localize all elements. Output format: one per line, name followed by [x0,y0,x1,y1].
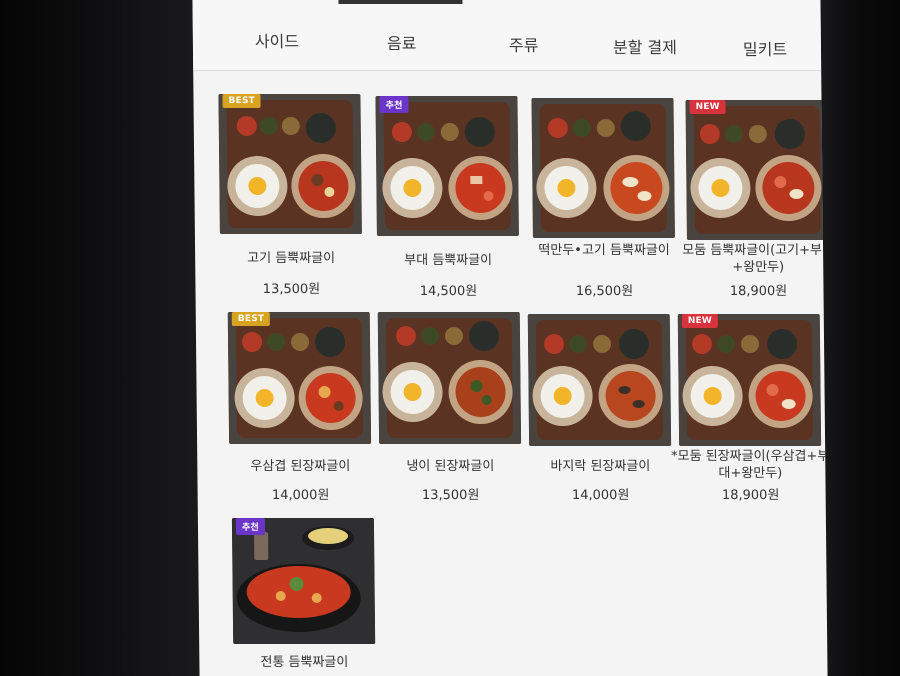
menu-item-price: 18,900원 [721,488,780,503]
badge-new: NEW [681,314,719,328]
food-photo [375,96,519,236]
menu-item-name: 부대 듬뿍짜글이 [404,253,493,268]
device-bezel-left [0,0,200,676]
food-photo [531,98,675,238]
badge-recommended: 추천 [379,96,409,113]
food-photo [218,94,362,234]
food-photo [685,100,828,240]
menu-item-price: 14,000원 [271,488,330,503]
badge-best: BEST [231,312,271,326]
food-photo [677,314,822,446]
menu-item-name: *모둠 된장짜글이(우삼겹+부대+왕만두) [671,449,828,481]
category-tab-bar: 사이드 음료 주류 분할 결제 밀키트 [192,0,822,71]
menu-item-name: 전통 듬뿍짜글이 [260,655,349,670]
active-tab-indicator [338,0,463,4]
menu-item-name: 우삼겹 된장짜글이 [250,459,351,474]
device-bezel-right [818,0,900,676]
tab-split-payment[interactable]: 분할 결제 [613,34,677,58]
menu-item-price: 13,500원 [262,282,321,297]
menu-item-name: 바지락 된장짜글이 [550,459,651,474]
menu-item-name: 냉이 된장짜글이 [406,459,495,474]
menu-item-price: 14,000원 [571,488,630,503]
food-photo [377,312,522,444]
menu-item-price: 13,500원 [421,488,480,503]
menu-item-price: 16,500원 [575,284,634,299]
menu-item-price: 14,500원 [419,284,478,299]
kiosk-screen: 사이드 음료 주류 분할 결제 밀키트 BEST 고기 듬뿍짜글이 13,500… [192,0,828,676]
tab-alcohol[interactable]: 주류 [509,32,539,56]
food-photo [231,518,376,644]
menu-item-price: 18,900원 [729,284,788,299]
menu-item-name: 떡만두•고기 듬뿍짜글이 [538,243,670,258]
food-photo [527,314,672,446]
badge-new: NEW [689,100,726,114]
badge-best: BEST [222,94,262,108]
tab-drinks[interactable]: 음료 [387,30,417,54]
food-photo [227,312,372,444]
tab-side[interactable]: 사이드 [255,28,299,52]
badge-recommended: 추천 [235,518,266,535]
menu-item-name: 고기 듬뿍짜글이 [247,251,336,266]
menu-item-name: 모둠 듬뿍짜글이(고기+부대+왕만두) [682,243,828,275]
tab-meal-kit[interactable]: 밀키트 [743,36,787,60]
